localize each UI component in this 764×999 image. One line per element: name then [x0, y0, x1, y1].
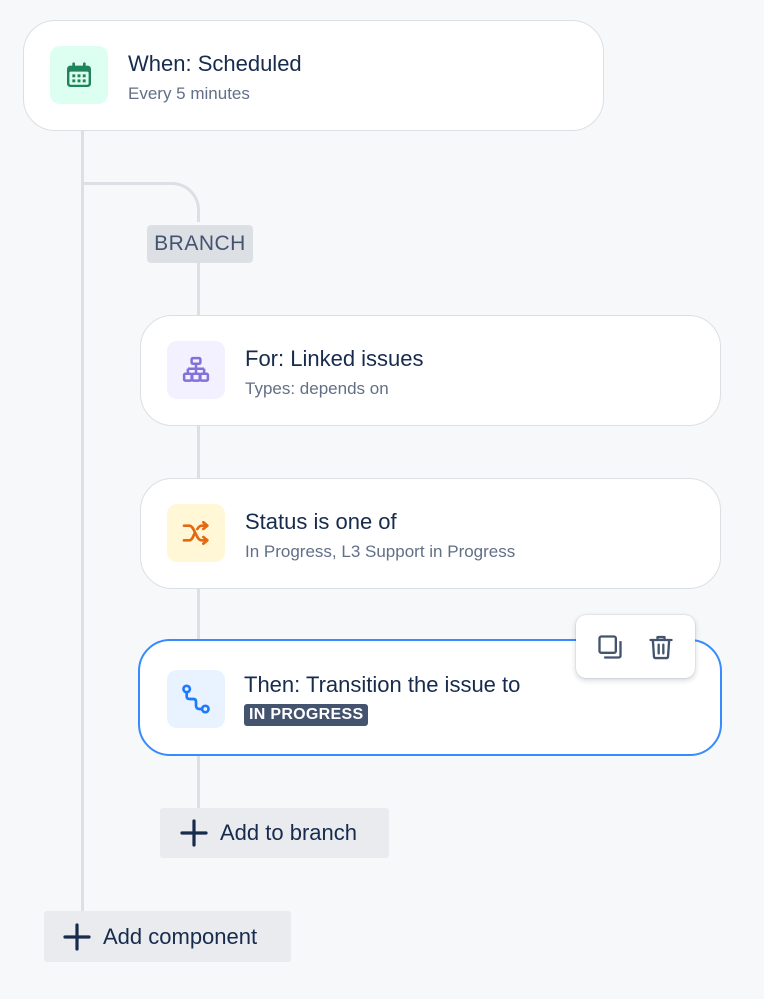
plus-icon [180, 819, 208, 847]
branch-connector-line-1 [197, 262, 200, 316]
branch-for-title: For: Linked issues [245, 346, 424, 371]
status-condition-card[interactable]: Status is one of In Progress, L3 Support… [140, 478, 721, 589]
delete-button[interactable] [641, 627, 681, 667]
transition-title: Then: Transition the issue to [244, 672, 521, 697]
main-connector-line [81, 130, 84, 915]
calendar-icon [67, 62, 91, 87]
duplicate-icon [598, 634, 622, 659]
branch-label: BRANCH [147, 225, 253, 263]
branch-for-subtitle: Types: depends on [245, 379, 389, 398]
branch-connector-line-4 [197, 755, 200, 808]
route-icon [182, 684, 210, 714]
status-lozenge: IN PROGRESS [244, 704, 369, 726]
trash-icon [649, 635, 673, 659]
add-to-branch-label: Add to branch [220, 820, 357, 845]
add-component-label: Add component [103, 923, 258, 949]
trigger-title: When: Scheduled [128, 51, 302, 76]
status-condition-subtitle: In Progress, L3 Support in Progress [245, 542, 516, 561]
shuffle-icon [182, 521, 209, 545]
hierarchy-icon [182, 356, 210, 382]
status-condition-icon-box [167, 504, 225, 562]
add-to-branch-button[interactable]: Add to branch [160, 808, 389, 858]
branch-for-icon-box [167, 341, 225, 399]
branch-connector-line-2 [197, 425, 200, 479]
plus-icon [63, 922, 91, 951]
trigger-subtitle: Every 5 minutes [128, 84, 250, 103]
branch-connector-curve [84, 182, 200, 222]
component-toolbar [576, 615, 695, 678]
transition-icon-box [167, 670, 225, 728]
status-condition-title: Status is one of [245, 509, 397, 534]
add-component-button[interactable]: Add component [44, 911, 291, 962]
duplicate-button[interactable] [590, 627, 630, 667]
branch-for-card[interactable]: For: Linked issues Types: depends on [140, 315, 721, 426]
trigger-card[interactable]: When: Scheduled Every 5 minutes [23, 20, 604, 131]
trigger-icon-box [50, 46, 108, 104]
branch-connector-line-3 [197, 588, 200, 640]
